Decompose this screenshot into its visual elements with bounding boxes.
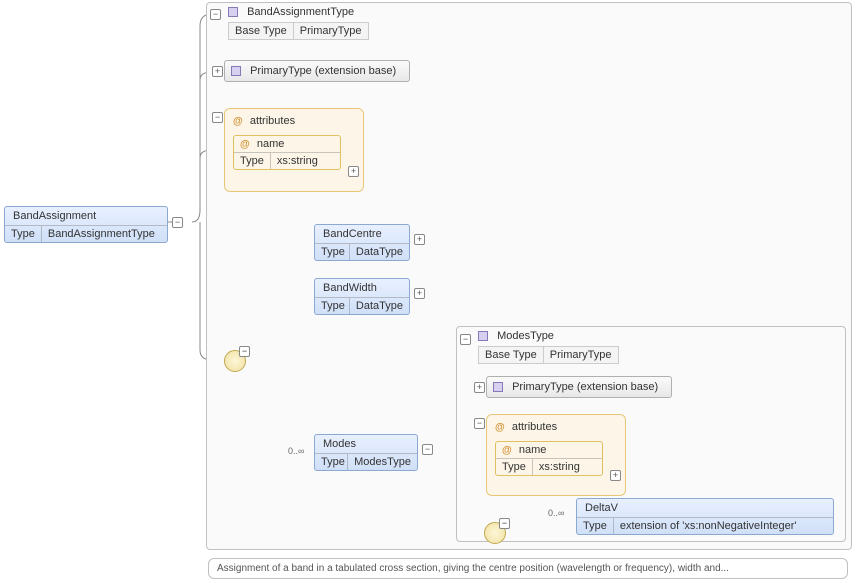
- type-label: Type: [315, 454, 348, 470]
- base-label: Base Type: [229, 23, 294, 39]
- toggle-modes-primary-ext[interactable]: [474, 382, 485, 393]
- modes-attributes-group[interactable]: @ attributes @ name Type xs:string: [486, 414, 626, 496]
- type-icon: [231, 66, 241, 76]
- type-header-modes-type: ModesType: [478, 330, 554, 342]
- at-icon: @: [240, 139, 250, 150]
- toggle-modes-attributes[interactable]: [474, 418, 485, 429]
- element-modes[interactable]: Modes Type ModesType: [314, 434, 418, 471]
- type-value: extension of 'xs:nonNegativeInteger': [614, 518, 833, 534]
- type-label: Type: [577, 518, 614, 534]
- toggle-sequence[interactable]: −: [239, 346, 250, 357]
- toggle-modes[interactable]: [422, 444, 433, 455]
- type-header-band-assignment-type: BandAssignmentType: [228, 6, 354, 18]
- modes-primary-type-extension[interactable]: PrimaryType (extension base): [486, 376, 672, 398]
- type-name: ModesType: [497, 330, 554, 342]
- attr-name: name: [257, 138, 285, 150]
- attr-name-box[interactable]: @ name Type xs:string: [233, 135, 341, 170]
- primary-type-extension[interactable]: PrimaryType (extension base): [224, 60, 410, 82]
- type-value: BandAssignmentType: [42, 226, 167, 242]
- toggle-modes-sequence[interactable]: −: [499, 518, 510, 529]
- attr-group-header: @ attributes: [495, 419, 617, 435]
- type-icon: [493, 382, 503, 392]
- type-name: BandAssignmentType: [247, 6, 354, 18]
- at-icon: @: [502, 445, 512, 456]
- base-value: PrimaryType: [294, 23, 368, 39]
- type-label: Type: [315, 244, 350, 260]
- toggle-attributes[interactable]: [212, 112, 223, 123]
- base-type-row: Base Type PrimaryType: [228, 22, 369, 40]
- type-icon: [228, 7, 238, 17]
- attr-header: @ name: [496, 442, 602, 458]
- type-value: ModesType: [348, 454, 417, 470]
- at-icon: @: [233, 116, 243, 127]
- type-label: Type: [5, 226, 42, 242]
- toggle-band-assignment[interactable]: [172, 217, 183, 228]
- attr-group-label: attributes: [250, 115, 295, 127]
- title: BandCentre: [315, 225, 409, 243]
- attr-name: name: [519, 444, 547, 456]
- attr-group-label: attributes: [512, 421, 557, 433]
- title: BandWidth: [315, 279, 409, 297]
- type-value: DataType: [350, 244, 409, 260]
- modes-sequence-connector[interactable]: −: [484, 522, 506, 544]
- toggle-primary-ext[interactable]: [212, 66, 223, 77]
- element-deltav[interactable]: DeltaV Type extension of 'xs:nonNegative…: [576, 498, 834, 535]
- toggle-attr-name[interactable]: [348, 166, 359, 177]
- attr-group-header: @ attributes: [233, 113, 355, 129]
- title: Modes: [315, 435, 417, 453]
- at-icon: @: [495, 422, 505, 433]
- deltav-occurrence: 0..∞: [548, 508, 564, 518]
- element-title: BandAssignment: [5, 207, 167, 225]
- toggle-band-width[interactable]: [414, 288, 425, 299]
- description-note: Assignment of a band in a tabulated cros…: [208, 558, 848, 579]
- attributes-group[interactable]: @ attributes @ name Type xs:string: [224, 108, 364, 192]
- type-label: Type: [315, 298, 350, 314]
- toggle-band-centre[interactable]: [414, 234, 425, 245]
- modes-base-type-row: Base Type PrimaryType: [478, 346, 619, 364]
- attr-header: @ name: [234, 136, 340, 152]
- modes-attr-name-box[interactable]: @ name Type xs:string: [495, 441, 603, 476]
- toggle-modes-attr-name[interactable]: [610, 470, 621, 481]
- label: PrimaryType (extension base): [250, 65, 396, 77]
- toggle-modes-type[interactable]: [460, 334, 471, 345]
- type-value: DataType: [350, 298, 409, 314]
- attr-type-label: Type: [496, 459, 533, 475]
- toggle-band-assignment-type[interactable]: [210, 9, 221, 20]
- element-band-width[interactable]: BandWidth Type DataType: [314, 278, 410, 315]
- type-icon: [478, 331, 488, 341]
- label: PrimaryType (extension base): [512, 381, 658, 393]
- attr-type-value: xs:string: [533, 459, 602, 475]
- base-label: Base Type: [479, 347, 544, 363]
- title: DeltaV: [577, 499, 833, 517]
- attr-type-label: Type: [234, 153, 271, 169]
- base-value: PrimaryType: [544, 347, 618, 363]
- attr-type-value: xs:string: [271, 153, 340, 169]
- element-band-centre[interactable]: BandCentre Type DataType: [314, 224, 410, 261]
- element-band-assignment[interactable]: BandAssignment Type BandAssignmentType: [4, 206, 168, 243]
- sequence-connector[interactable]: −: [224, 350, 246, 372]
- modes-occurrence: 0..∞: [288, 446, 304, 456]
